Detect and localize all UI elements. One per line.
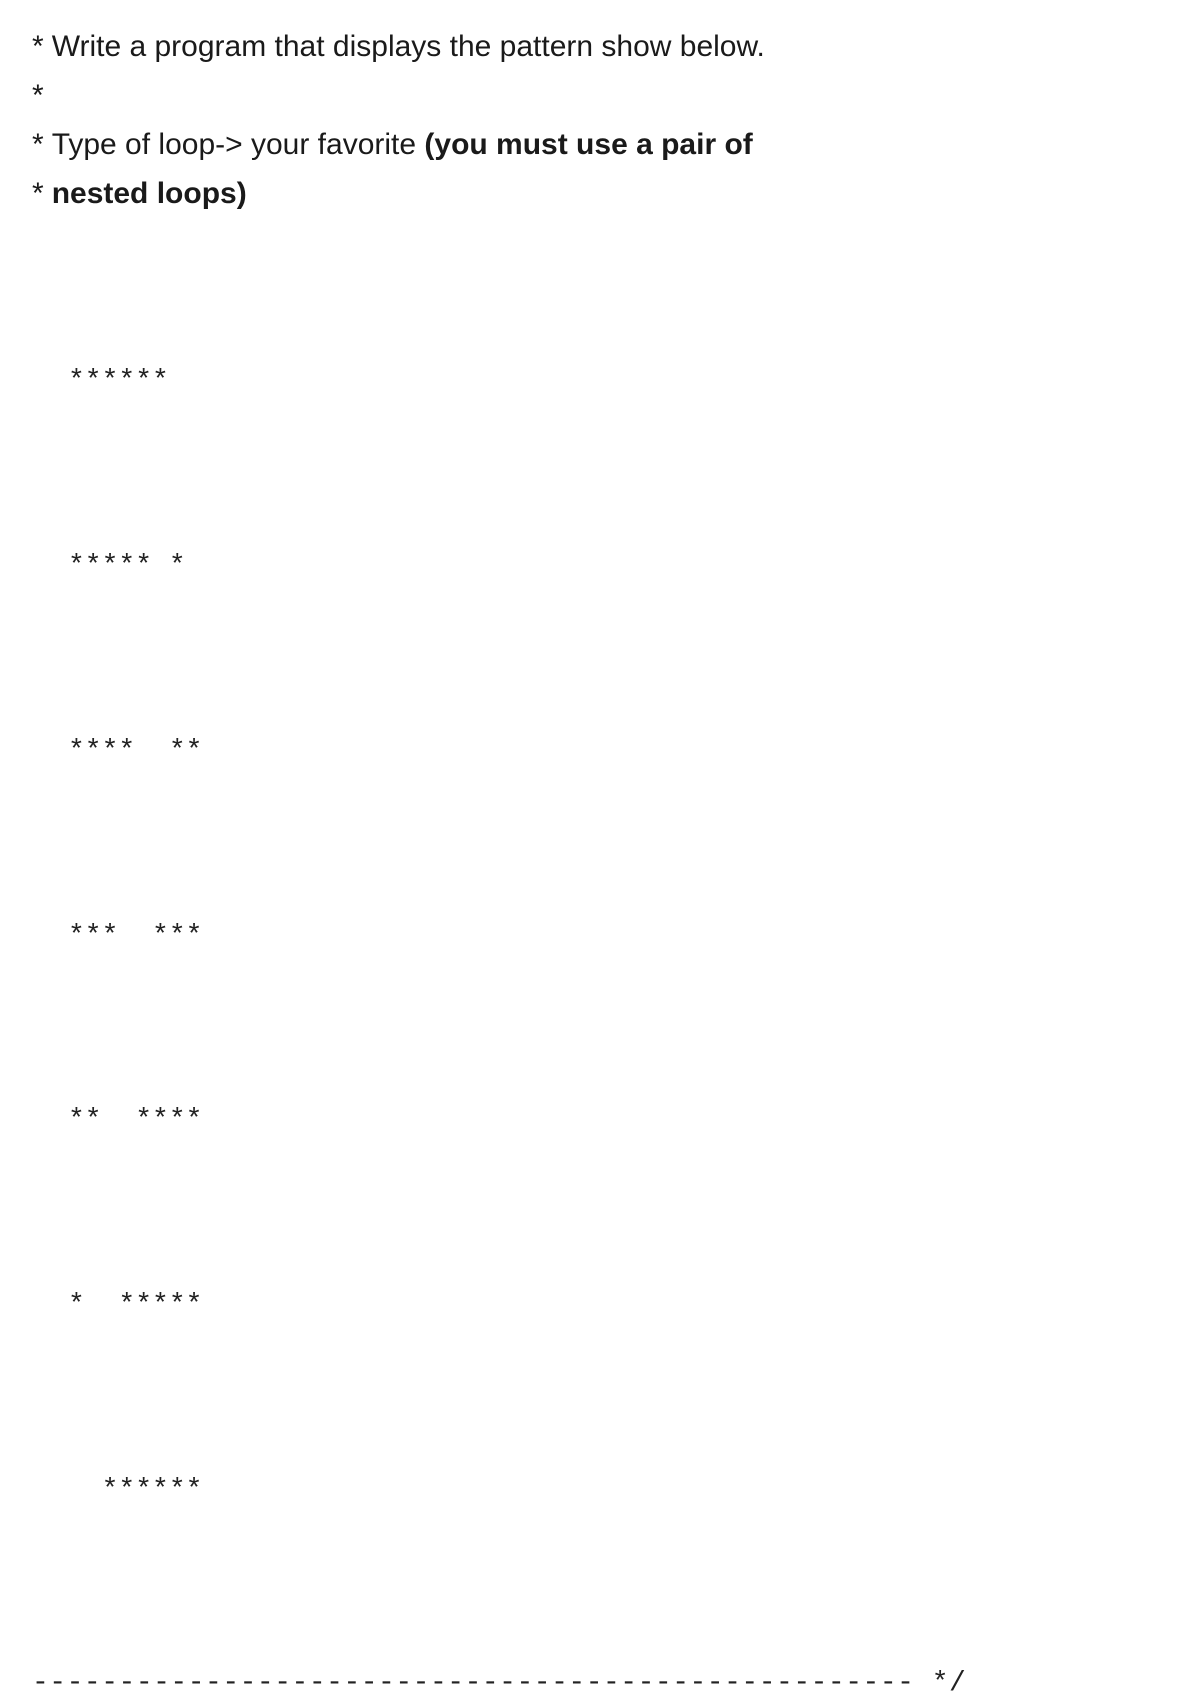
instruction-bold-1: (you must use a pair of xyxy=(424,128,752,161)
pattern-row: *** *** xyxy=(68,906,1168,968)
pattern-row: ****** xyxy=(68,1460,1168,1522)
blank-comment-line: * xyxy=(32,73,1168,118)
comment-asterisk: * xyxy=(32,177,44,210)
pattern-row: **** ** xyxy=(68,721,1168,783)
instruction-text-1: Write a program that displays the patter… xyxy=(52,30,765,63)
comment-asterisk: * xyxy=(32,30,44,63)
comment-asterisk: * xyxy=(32,128,44,161)
instruction-line-1: *Write a program that displays the patte… xyxy=(32,24,1168,69)
pattern-row: ** **** xyxy=(68,1090,1168,1152)
pattern-output: ****** ***** * **** ** *** *** ** **** *… xyxy=(68,228,1168,1583)
pattern-row: ****** xyxy=(68,351,1168,413)
pattern-row: ***** * xyxy=(68,536,1168,598)
comment-close-line: ----------------------------------------… xyxy=(32,1663,1168,1698)
instruction-line-2: *Type of loop-> your favorite (you must … xyxy=(32,122,1168,167)
instruction-line-3: *nested loops) xyxy=(32,171,1168,216)
instruction-text-2: Type of loop-> your favorite xyxy=(52,128,425,161)
comment-asterisk: * xyxy=(32,79,44,112)
pattern-row: * ***** xyxy=(68,1275,1168,1337)
instruction-bold-2: nested loops) xyxy=(52,177,247,210)
